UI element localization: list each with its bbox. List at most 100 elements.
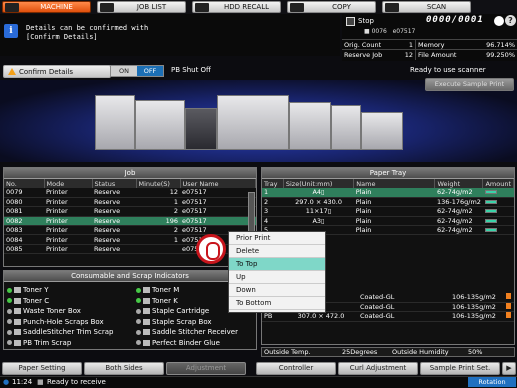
paper-level-gauge [484, 228, 497, 233]
confirm-details-button[interactable]: Confirm Details [3, 65, 111, 78]
job-cell: 0083 [4, 225, 44, 236]
job-cell: e07517 [180, 188, 256, 198]
tray-cell: Coated-GL [358, 293, 450, 303]
binder [331, 105, 361, 150]
feeder-unit [95, 95, 135, 150]
job-cell: 0085 [4, 244, 44, 255]
tray-cell: Plain [353, 188, 435, 198]
job-cell: 0084 [4, 234, 44, 245]
job-cell: 0082 [4, 216, 44, 227]
tab-machine[interactable]: MACHINE [2, 1, 91, 13]
job-cell [136, 244, 180, 255]
job-row[interactable]: 0080 Printer Reserve 1 e07517 [4, 197, 256, 208]
status-dot-icon [7, 298, 12, 303]
tray-cell: Coated-GL [358, 302, 450, 313]
job-cell: 196 [136, 216, 180, 227]
job-cell: 2 [136, 225, 180, 236]
tab-hdd-recall[interactable]: HDD RECALL [192, 1, 281, 13]
clock: 11:24 [12, 378, 33, 386]
job-row[interactable]: 0083 Printer Reserve 2 e07517 [4, 225, 256, 236]
tray-amount [482, 206, 514, 217]
menu-item-to-top[interactable]: To Top [229, 258, 325, 271]
sample-print-set-button[interactable]: Sample Print Set. [420, 362, 500, 375]
job-row[interactable]: 0079 Printer Reserve 12 e07517 [4, 188, 256, 198]
tray-row[interactable]: 2 297.0 × 430.0 Plain 136-176g/m2 [262, 197, 514, 208]
menu-item-to-bottom[interactable]: To Bottom [229, 297, 325, 310]
tray-row[interactable]: PB 307.0 × 472.0 Coated-GL 106-135g/m2 [262, 311, 514, 322]
stop-icon [346, 17, 355, 26]
job-cell: 0081 [4, 206, 44, 217]
adjustment-button[interactable]: Adjustment [166, 362, 246, 375]
printer-body [185, 108, 217, 150]
scanner-status: Ready to use scanner [410, 66, 486, 74]
status-bar: ● 11:24 ■ Ready to receive [0, 376, 517, 388]
consumable-icon [143, 297, 150, 304]
job-cell: Printer [44, 206, 92, 217]
tray-cell: A4▯ [283, 188, 354, 198]
status-dot-icon [136, 308, 141, 314]
job-cell: e07517 [180, 206, 256, 217]
touch-pointer-icon [196, 234, 226, 264]
job-cell: 0079 [4, 188, 44, 198]
status-dot-icon [7, 287, 12, 293]
play-icon[interactable] [494, 16, 504, 26]
consumable-item: PB Trim Scrap [7, 339, 71, 347]
tab-job-list[interactable]: JOB LIST [97, 1, 186, 13]
job-cell: Printer [44, 197, 92, 208]
curl-adjustment-button[interactable]: Curl Adjustment [338, 362, 418, 375]
tray-cell: 11×17▯ [283, 206, 354, 217]
tray-cell: 1 [262, 188, 284, 198]
pb-shut-off-toggle[interactable]: ON OFF [110, 65, 164, 77]
tray-cell: 62-74g/m2 [434, 206, 483, 217]
paper-setting-button[interactable]: Paper Setting [2, 362, 82, 375]
stacker [361, 112, 403, 150]
sample-print-button[interactable]: Execute Sample Print [425, 78, 514, 91]
finisher [289, 102, 331, 150]
paper-low-icon [506, 312, 512, 319]
paper-tray-table: Tray Size(Unit:mm) Name Weight Amount 1A… [262, 179, 514, 236]
controller-button[interactable]: Controller [256, 362, 336, 375]
job-row[interactable]: 0082 Printer Reserve 196 e07517 [4, 216, 256, 227]
consumables-title: Consumable and Scrap Indicators [4, 271, 256, 282]
tray-row[interactable]: 3 11×17▯ Plain 62-74g/m2 [262, 206, 514, 217]
help-icon[interactable]: ? [505, 15, 516, 26]
tray-cell: 62-74g/m2 [434, 225, 483, 236]
consumable-icon [14, 287, 21, 293]
tray-row[interactable]: 1 A4▯ Plain 62-74g/m2 [262, 188, 514, 198]
paper-low-icon [506, 293, 512, 300]
menu-item-up[interactable]: Up [229, 271, 325, 284]
on-button[interactable]: ON [111, 66, 137, 76]
next-page-button[interactable]: ▶ [502, 362, 516, 375]
tray-row[interactable]: 4 A3▯ Plain 62-74g/m2 [262, 216, 514, 227]
job-cell: 1 [136, 197, 180, 208]
tab-copy[interactable]: COPY [287, 1, 376, 13]
tray-cell: 4 [262, 216, 284, 227]
consumable-item: Saddle Stitcher Receiver [136, 328, 238, 336]
consumables-panel: Consumable and Scrap Indicators Toner Y T… [3, 270, 257, 350]
job-cell: e07517 [180, 216, 256, 227]
menu-item-down[interactable]: Down [229, 284, 325, 297]
consumable-icon [14, 297, 21, 304]
paper-level-gauge [484, 218, 497, 223]
tray-cell: 297.0 × 430.0 [283, 197, 354, 208]
tray-cell: 2 [262, 197, 284, 208]
tray-amount [502, 311, 514, 322]
job-cell: Reserve [92, 234, 136, 245]
menu-item-prior-print[interactable]: Prior Print [229, 232, 325, 245]
job-cell: Printer [44, 244, 92, 255]
tray-cell: 106-135g/m2 [450, 293, 503, 303]
job-cell: Reserve [92, 188, 136, 198]
job-cell: Reserve [92, 197, 136, 208]
off-button[interactable]: OFF [137, 66, 163, 76]
job-row[interactable]: 0081 Printer Reserve 2 e07517 [4, 206, 256, 217]
tab-scan[interactable]: SCAN [382, 1, 471, 13]
menu-item-delete[interactable]: Delete [229, 245, 325, 258]
tray-cell: 106-135g/m2 [450, 302, 503, 313]
info-icon: i [4, 24, 18, 38]
both-sides-button[interactable]: Both Sides [84, 362, 164, 375]
print-engine [217, 95, 289, 150]
status-panel: Stop 0000/0001 ? ■ 0076 e07517 Orig. Cou… [342, 14, 517, 61]
job-cell: Reserve [92, 244, 136, 255]
rotation-indicator: Rotation [468, 377, 516, 387]
tray-cell: Coated-GL [358, 311, 450, 322]
